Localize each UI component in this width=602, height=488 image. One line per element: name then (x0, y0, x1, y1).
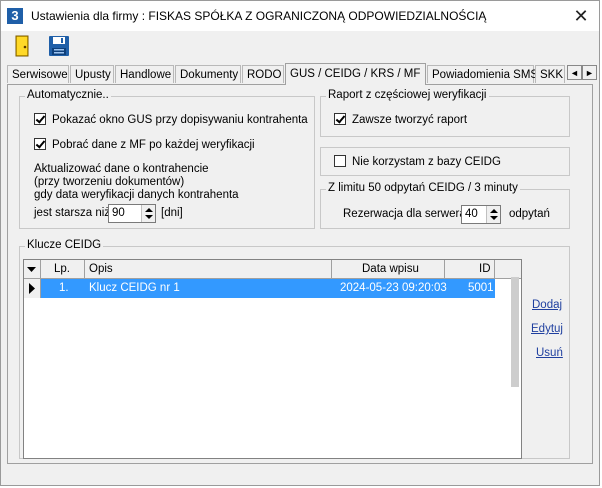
keys-grid: Lp. Opis Data wpisu ID 1. Klucz CEIDG nr… (23, 259, 522, 459)
no-ceidg-label: Nie korzystam z bazy CEIDG (352, 156, 501, 168)
title-bar: 3 Ustawienia dla firmy : FISKAS SPÓŁKA Z… (1, 1, 599, 31)
cell-lp: 1. (59, 282, 69, 294)
cell-data-wpisu: 2024-05-23 09:20:03 (340, 282, 447, 294)
exit-door-icon (15, 35, 29, 57)
keys-group-label: Klucze CEIDG (25, 239, 104, 251)
limit-group-label: Z limitu 50 odpytań CEIDG / 3 minuty (326, 182, 520, 194)
add-key-link[interactable]: Dodaj (532, 299, 562, 311)
dropdown-arrow-icon (27, 267, 36, 272)
spin-down-icon[interactable] (490, 216, 498, 220)
save-button[interactable] (47, 34, 71, 58)
spin-down-icon[interactable] (145, 215, 153, 219)
no-ceidg-checkbox[interactable] (334, 155, 346, 167)
tab-serwisowe[interactable]: Serwisowe (7, 65, 69, 83)
toolbar (1, 31, 599, 61)
tab-strip: Serwisowe Upusty Handlowe Dokumenty RODO… (1, 63, 599, 85)
row-indicator (24, 279, 41, 298)
update-text-line-2: (przy tworzeniu dokumentów) (34, 176, 185, 188)
auto-group-label: Automatycznie.. (25, 89, 111, 101)
fetch-mf-option[interactable]: Pobrać dane z MF po każdej weryfikacji (34, 138, 255, 151)
tab-powiadomienia-sms[interactable]: Powiadomienia SMS (427, 65, 538, 83)
fetch-mf-checkbox[interactable] (34, 138, 46, 150)
col-id[interactable]: ID (445, 260, 495, 278)
grid-menu-button[interactable] (24, 260, 41, 278)
window-title: Ustawienia dla firmy : FISKAS SPÓŁKA Z O… (31, 9, 487, 23)
col-data-wpisu[interactable]: Data wpisu (332, 260, 445, 278)
older-label: jest starsza niż (34, 207, 111, 219)
close-button[interactable]: ✕ (567, 5, 595, 27)
older-unit: [dni] (161, 207, 183, 219)
tab-rodo[interactable]: RODO (242, 65, 284, 83)
edit-key-link[interactable]: Edytuj (531, 323, 563, 335)
always-report-option[interactable]: Zawsze tworzyć raport (334, 113, 467, 126)
tab-scroll-right[interactable]: ► (582, 65, 597, 80)
table-row[interactable]: 1. Klucz CEIDG nr 1 2024-05-23 09:20:03 … (24, 279, 495, 298)
cell-id: 5001 (468, 282, 494, 294)
col-lp[interactable]: Lp. (41, 260, 85, 278)
no-ceidg-option[interactable]: Nie korzystam z bazy CEIDG (334, 155, 501, 168)
tab-dokumenty[interactable]: Dokumenty (175, 65, 241, 83)
partial-report-label: Raport z częściowej weryfikacji (326, 89, 489, 101)
tab-gus-ceidg-krs-mf[interactable]: GUS / CEIDG / KRS / MF (285, 63, 426, 85)
reserve-unit: odpytań (509, 208, 550, 220)
save-floppy-icon (49, 36, 69, 56)
always-report-checkbox[interactable] (334, 113, 346, 125)
reserve-label: Rezerwacja dla serwera (343, 208, 466, 220)
app-icon: 3 (7, 8, 23, 24)
older-days-value[interactable]: 90 (112, 207, 125, 219)
grid-vertical-scrollbar[interactable] (511, 277, 519, 387)
show-gus-checkbox[interactable] (34, 113, 46, 125)
tab-skk[interactable]: SKK (535, 65, 565, 83)
show-gus-label: Pokazać okno GUS przy dopisywaniu kontra… (52, 114, 308, 126)
older-days-spinner[interactable]: 90 (108, 204, 156, 223)
reserve-spinner[interactable]: 40 (461, 205, 501, 224)
older-days-arrows[interactable] (141, 205, 155, 222)
grid-header: Lp. Opis Data wpisu ID (24, 260, 521, 279)
reserve-arrows[interactable] (486, 206, 500, 223)
reserve-value[interactable]: 40 (465, 208, 478, 220)
settings-window: 3 Ustawienia dla firmy : FISKAS SPÓŁKA Z… (0, 0, 600, 486)
col-opis[interactable]: Opis (85, 260, 332, 278)
tab-upusty[interactable]: Upusty (70, 65, 114, 83)
tab-handlowe[interactable]: Handlowe (115, 65, 174, 83)
update-text-line-3: gdy data weryfikacji danych kontrahenta (34, 189, 239, 201)
spin-up-icon[interactable] (145, 208, 153, 212)
always-report-label: Zawsze tworzyć raport (352, 114, 468, 126)
fetch-mf-label: Pobrać dane z MF po każdej weryfikacji (52, 139, 255, 151)
cell-opis: Klucz CEIDG nr 1 (89, 282, 180, 294)
tab-scroll-left[interactable]: ◄ (567, 65, 582, 80)
show-gus-option[interactable]: Pokazać okno GUS przy dopisywaniu kontra… (34, 113, 308, 126)
spin-up-icon[interactable] (490, 209, 498, 213)
delete-key-link[interactable]: Usuń (536, 347, 563, 359)
row-pointer-icon (29, 283, 35, 294)
exit-button[interactable] (10, 34, 34, 58)
update-text-line-1: Aktualizować dane o kontrahencie (34, 163, 209, 175)
